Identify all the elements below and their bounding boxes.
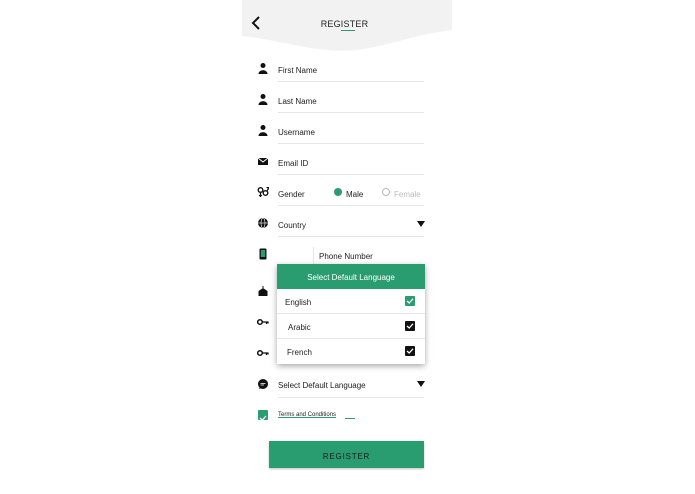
check-icon <box>406 323 414 329</box>
phone-screen: REGISTER First Name Last Name Username E… <box>242 0 452 494</box>
chat-icon <box>258 379 268 389</box>
globe-icon <box>258 217 268 229</box>
language-checkbox[interactable] <box>405 346 415 356</box>
terms-checkbox[interactable] <box>258 410 268 422</box>
field-underline <box>278 236 424 237</box>
email-field[interactable]: Email ID <box>242 149 452 180</box>
register-button[interactable]: REGISTER <box>269 441 424 468</box>
username-placeholder: Username <box>278 128 315 137</box>
field-underline <box>278 81 424 82</box>
envelope-icon <box>257 157 269 165</box>
email-placeholder: Email ID <box>278 159 309 168</box>
field-underline <box>278 143 424 144</box>
page-title: REGISTER <box>320 19 369 29</box>
terms-link[interactable]: Terms and Conditions <box>278 412 336 418</box>
field-underline <box>278 174 424 175</box>
language-checkbox[interactable] <box>405 321 415 331</box>
triangle-down-icon[interactable] <box>417 381 425 387</box>
username-field[interactable]: Username <box>242 118 452 149</box>
language-option-english[interactable]: English <box>277 289 425 314</box>
field-underline <box>278 205 424 206</box>
gender-icon <box>257 186 269 197</box>
phone-placeholder: Phone Number <box>319 252 373 261</box>
cake-icon <box>258 286 268 296</box>
title-underline <box>341 30 355 31</box>
triangle-down-icon[interactable] <box>417 221 425 227</box>
first-name-placeholder: First Name <box>278 66 318 75</box>
gender-male-radio[interactable] <box>334 188 342 196</box>
gender-female-label[interactable]: Female <box>394 190 421 199</box>
check-icon <box>406 298 414 304</box>
last-name-placeholder: Last Name <box>278 97 317 106</box>
gender-label: Gender <box>278 190 305 199</box>
language-dialog: Select Default Language English Arabic F… <box>277 264 425 364</box>
gender-male-label[interactable]: Male <box>346 190 363 199</box>
language-option-arabic[interactable]: Arabic <box>277 314 425 339</box>
language-checkbox[interactable] <box>405 296 415 306</box>
gender-field: Gender Male Female <box>242 180 452 211</box>
default-language-placeholder: Select Default Language <box>278 381 366 390</box>
last-name-field[interactable]: Last Name <box>242 87 452 118</box>
first-name-field[interactable]: First Name <box>242 56 452 87</box>
key-icon <box>257 318 269 326</box>
default-language-field[interactable]: Select Default Language <box>242 371 452 402</box>
language-option-label: English <box>285 298 312 307</box>
country-placeholder: Country <box>278 221 307 230</box>
header: REGISTER <box>242 0 452 56</box>
language-option-french[interactable]: French <box>277 339 425 364</box>
language-option-label: Arabic <box>288 323 311 332</box>
language-option-label: French <box>287 348 312 357</box>
field-underline <box>278 112 424 113</box>
key-icon <box>257 349 269 357</box>
person-icon <box>258 94 268 105</box>
person-icon <box>258 63 268 74</box>
country-field[interactable]: Country <box>242 211 452 242</box>
field-underline <box>278 397 424 398</box>
terms-underline <box>345 418 355 419</box>
phone-icon <box>259 248 267 260</box>
person-icon <box>258 125 268 136</box>
check-icon <box>259 415 267 422</box>
check-icon <box>406 348 414 354</box>
language-dialog-title: Select Default Language <box>277 264 425 289</box>
gender-female-radio[interactable] <box>382 188 390 196</box>
